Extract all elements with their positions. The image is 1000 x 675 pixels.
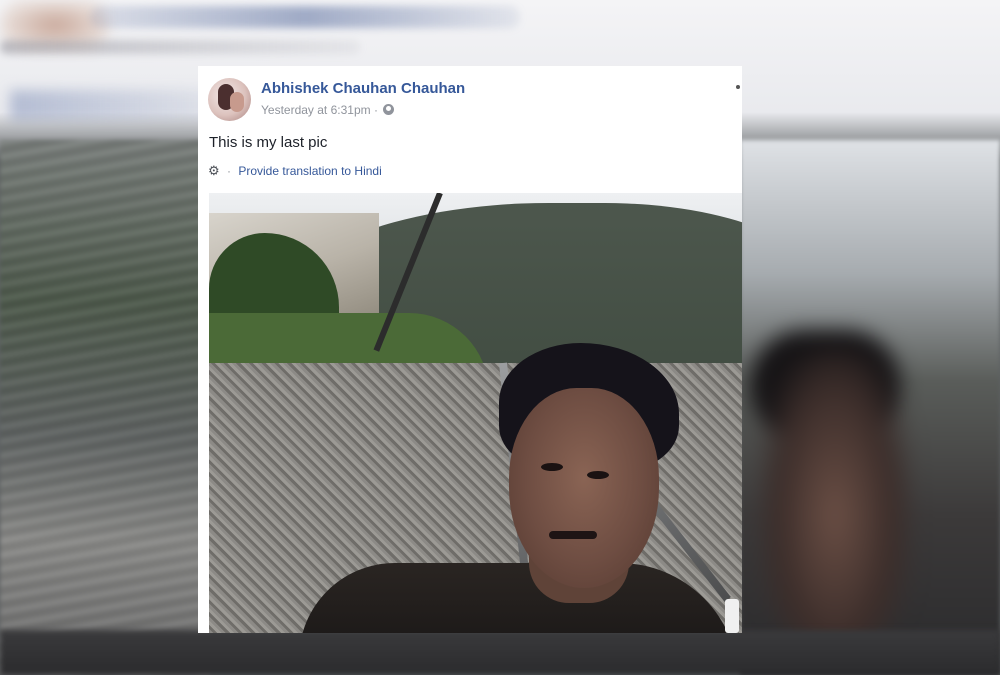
- photo-person-eye: [541, 463, 563, 471]
- background-bottom-blur: [0, 630, 1000, 675]
- meta-separator: ·: [373, 103, 378, 117]
- post-meta: Yesterday at 6:31pm ·: [261, 103, 395, 117]
- background-meta-streak: [0, 40, 360, 54]
- gear-icon[interactable]: ⚙: [208, 163, 220, 179]
- photo-person-eye: [587, 471, 609, 479]
- photo-corner-overlay: [725, 599, 739, 633]
- background-right-photo-blur: [740, 140, 1000, 675]
- photo-person-face: [509, 388, 659, 588]
- background-text-streak: [10, 90, 230, 120]
- post-text: This is my last pic: [209, 134, 328, 151]
- photo-person-moustache: [549, 531, 597, 539]
- background-left-photo-blur: [0, 140, 210, 675]
- more-options-icon[interactable]: [736, 85, 740, 89]
- post-photo[interactable]: [209, 193, 742, 633]
- provide-translation-link[interactable]: Provide translation to Hindi: [238, 164, 381, 178]
- translation-separator: ·: [227, 164, 231, 178]
- facebook-post-card: Abhishek Chauhan Chauhan Yesterday at 6:…: [198, 66, 742, 633]
- translation-row: ⚙ · Provide translation to Hindi: [208, 163, 382, 179]
- post-timestamp-link[interactable]: Yesterday at 6:31pm: [261, 103, 371, 117]
- globe-icon[interactable]: [383, 104, 395, 115]
- author-avatar[interactable]: [208, 78, 251, 121]
- background-name-streak: [90, 6, 520, 28]
- author-name-link[interactable]: Abhishek Chauhan Chauhan: [261, 80, 465, 97]
